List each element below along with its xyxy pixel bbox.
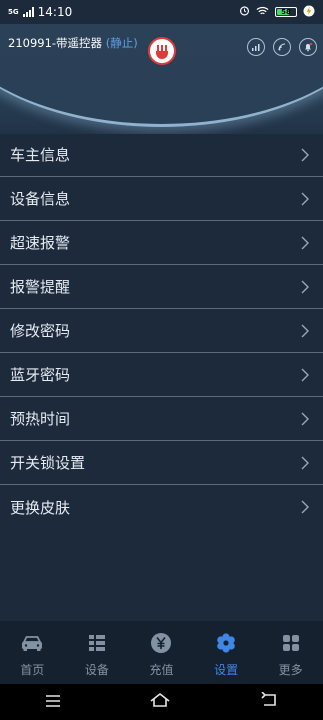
yen-icon <box>149 631 173 655</box>
grid-icon <box>279 631 303 655</box>
gps-signal-icon[interactable] <box>273 38 291 56</box>
chevron-right-icon <box>301 236 309 249</box>
chevron-right-icon <box>301 412 309 425</box>
menu-item-label: 超速报警 <box>10 234 71 252</box>
notification-bell-icon[interactable] <box>299 38 317 56</box>
tab-label: 设备 <box>84 663 109 677</box>
signal-strength-icon[interactable] <box>247 38 265 56</box>
menu-item-device-info[interactable]: 设备信息 <box>0 177 323 221</box>
menu-item-label: 车主信息 <box>10 146 71 164</box>
menu-item-bluetooth-password[interactable]: 蓝牙密码 <box>0 353 323 397</box>
header-banner: 210991-带遥控器 (静止) <box>0 24 323 134</box>
menu-item-label: 预热时间 <box>10 410 71 428</box>
menu-item-alarm-reminder[interactable]: 报警提醒 <box>0 265 323 309</box>
brand-logo <box>148 37 176 65</box>
signal-icon <box>22 7 34 17</box>
menu-item-label: 修改密码 <box>10 322 71 340</box>
chevron-right-icon <box>301 148 309 161</box>
clock: 14:10 <box>37 5 73 19</box>
chevron-right-icon <box>301 368 309 381</box>
tab-label: 设置 <box>214 663 239 677</box>
system-nav-bar <box>0 684 323 720</box>
menu-item-preheat-time[interactable]: 预热时间 <box>0 397 323 441</box>
wifi-icon <box>256 6 269 19</box>
chevron-right-icon <box>301 280 309 293</box>
tab-label: 首页 <box>20 663 45 677</box>
tab-more[interactable]: 更多 <box>258 621 323 684</box>
settings-menu: 车主信息 设备信息 超速报警 报警提醒 修改密码 蓝牙密码 预热时间 开关锁设置… <box>0 133 323 529</box>
chevron-right-icon <box>301 324 309 337</box>
chevron-right-icon <box>301 192 309 205</box>
device-id: 210991-带遥控器 <box>8 36 103 50</box>
menu-icon[interactable] <box>44 693 62 712</box>
menu-item-owner-info[interactable]: 车主信息 <box>0 133 323 177</box>
status-bar: 5G 14:10 58 <box>0 0 323 24</box>
device-title[interactable]: 210991-带遥控器 (静止) <box>8 35 138 51</box>
menu-item-label: 设备信息 <box>10 190 71 208</box>
chevron-right-icon <box>301 456 309 469</box>
network-label: 5G <box>8 8 19 16</box>
tab-settings[interactable]: 设置 <box>194 621 259 684</box>
battery-icon: 58 <box>275 7 297 17</box>
tab-device[interactable]: 设备 <box>65 621 130 684</box>
alarm-icon <box>239 5 250 19</box>
tab-label: 更多 <box>278 663 303 677</box>
tab-label: 充值 <box>149 663 174 677</box>
menu-item-label: 蓝牙密码 <box>10 366 71 384</box>
tab-home[interactable]: 首页 <box>0 621 65 684</box>
bottom-tab-bar: 首页 设备 充值 设置 更多 <box>0 621 323 684</box>
menu-item-lock-settings[interactable]: 开关锁设置 <box>0 441 323 485</box>
tab-recharge[interactable]: 充值 <box>129 621 194 684</box>
chevron-right-icon <box>301 500 309 514</box>
menu-item-change-password[interactable]: 修改密码 <box>0 309 323 353</box>
device-state: (静止) <box>105 36 138 50</box>
menu-item-label: 报警提醒 <box>10 278 71 296</box>
menu-item-change-skin[interactable]: 更换皮肤 <box>0 485 323 529</box>
menu-item-label: 开关锁设置 <box>10 454 86 472</box>
list-icon <box>85 631 109 655</box>
menu-item-label: 更换皮肤 <box>10 498 71 517</box>
menu-item-overspeed-alarm[interactable]: 超速报警 <box>0 221 323 265</box>
gear-icon <box>214 631 238 655</box>
charging-icon <box>303 5 315 20</box>
home-icon[interactable] <box>149 692 171 712</box>
car-icon <box>20 631 44 655</box>
back-icon[interactable] <box>259 691 279 712</box>
battery-level: 58 <box>281 8 291 16</box>
